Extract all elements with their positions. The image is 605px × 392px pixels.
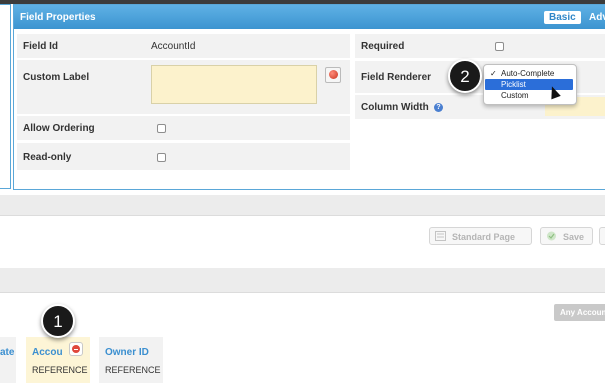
section-separator: [0, 195, 605, 215]
column-header-partial[interactable]: ate: [0, 337, 16, 383]
left-panel-fragment: [0, 4, 11, 189]
panel-header: Field Properties Basic Adv: [14, 5, 605, 29]
more-button[interactable]: [599, 227, 605, 245]
column-header-owner-id[interactable]: Owner ID REFERENCE: [99, 337, 163, 383]
save-check-icon: [547, 231, 556, 241]
step-marker-1: 1: [41, 304, 75, 338]
column-width-label: Column Width: [361, 102, 429, 113]
section-separator: [0, 268, 605, 292]
allow-ordering-row: Allow Ordering: [17, 116, 350, 140]
save-label: Save: [563, 232, 585, 242]
read-only-row: Read-only: [17, 143, 350, 170]
field-id-label: Field Id: [23, 41, 58, 52]
column-title: ate: [0, 347, 15, 358]
checkmark-icon: ✓: [490, 69, 497, 78]
field-renderer-dropdown[interactable]: ✓ Auto-Complete Picklist Custom: [483, 64, 577, 105]
divider: [0, 292, 605, 293]
remove-column-button[interactable]: [69, 342, 83, 356]
dropdown-option-label: Custom: [501, 91, 529, 100]
any-account-button[interactable]: Any Account: [554, 304, 605, 321]
dropdown-option-label: Auto-Complete: [501, 69, 555, 78]
read-only-checkbox[interactable]: [157, 153, 166, 162]
field-id-row: Field Id AccountId: [17, 34, 350, 58]
column-title: Owner ID: [105, 347, 149, 358]
column-type: REFERENCE: [32, 365, 88, 375]
advanced-tab-button[interactable]: Adv: [589, 12, 605, 23]
field-id-value: AccountId: [151, 41, 196, 52]
allow-ordering-label: Allow Ordering: [23, 123, 95, 134]
panel-title: Field Properties: [20, 12, 96, 23]
page-icon: [435, 231, 446, 241]
dropdown-option-label: Picklist: [501, 80, 526, 89]
translate-button[interactable]: [325, 67, 341, 83]
required-label: Required: [361, 41, 405, 52]
basic-tab-button[interactable]: Basic: [544, 11, 581, 24]
translate-icon: [329, 70, 338, 79]
required-checkbox[interactable]: [495, 42, 504, 51]
remove-icon: [72, 345, 80, 353]
read-only-label: Read-only: [23, 152, 72, 163]
column-title: Accou: [32, 347, 63, 358]
help-icon[interactable]: ?: [434, 103, 443, 112]
allow-ordering-checkbox[interactable]: [157, 124, 166, 133]
dropdown-option-auto-complete[interactable]: ✓ Auto-Complete: [485, 68, 573, 79]
column-type: REFERENCE: [105, 365, 161, 375]
save-button[interactable]: Save: [540, 227, 593, 245]
step-marker-2: 2: [448, 59, 482, 93]
divider: [0, 215, 605, 216]
required-row: Required: [355, 34, 605, 58]
standard-page-label: Standard Page: [452, 232, 516, 242]
field-renderer-label: Field Renderer: [361, 72, 432, 83]
custom-label-textarea[interactable]: [151, 65, 317, 104]
dropdown-option-picklist[interactable]: Picklist: [485, 79, 573, 90]
custom-label-label: Custom Label: [23, 72, 90, 83]
standard-page-button[interactable]: Standard Page: [429, 227, 532, 245]
